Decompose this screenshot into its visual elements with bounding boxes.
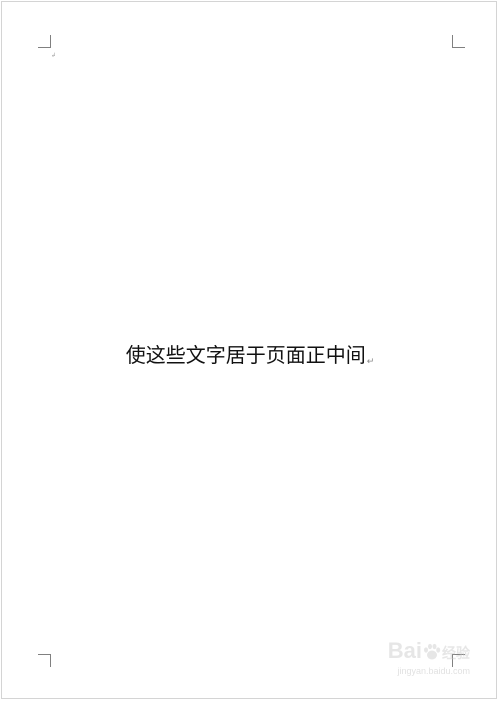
- watermark-logo-text: Bai: [387, 638, 422, 663]
- watermark-url: jingyan.baidu.com: [397, 666, 470, 676]
- paw-icon: [424, 644, 441, 660]
- body-text[interactable]: 使这些文字居于页面正中间: [126, 343, 366, 367]
- watermark-logo-suffix: 经验: [442, 645, 470, 661]
- document-page: ↲ 使这些文字居于页面正中间↵ Bai 经验 jingyan.baidu.com: [1, 1, 497, 699]
- margin-corner-top-right: [452, 35, 465, 48]
- watermark-logo: Bai 经验: [370, 640, 470, 664]
- paragraph-mark-icon: ↵: [366, 357, 375, 367]
- margin-corner-bottom-left: [38, 654, 51, 667]
- baidu-jingyan-watermark: Bai 经验 jingyan.baidu.com: [370, 640, 470, 677]
- margin-corner-top-left: [38, 35, 51, 48]
- anchor-mark: ↲: [51, 52, 57, 59]
- body-paragraph[interactable]: 使这些文字居于页面正中间↵: [2, 342, 498, 375]
